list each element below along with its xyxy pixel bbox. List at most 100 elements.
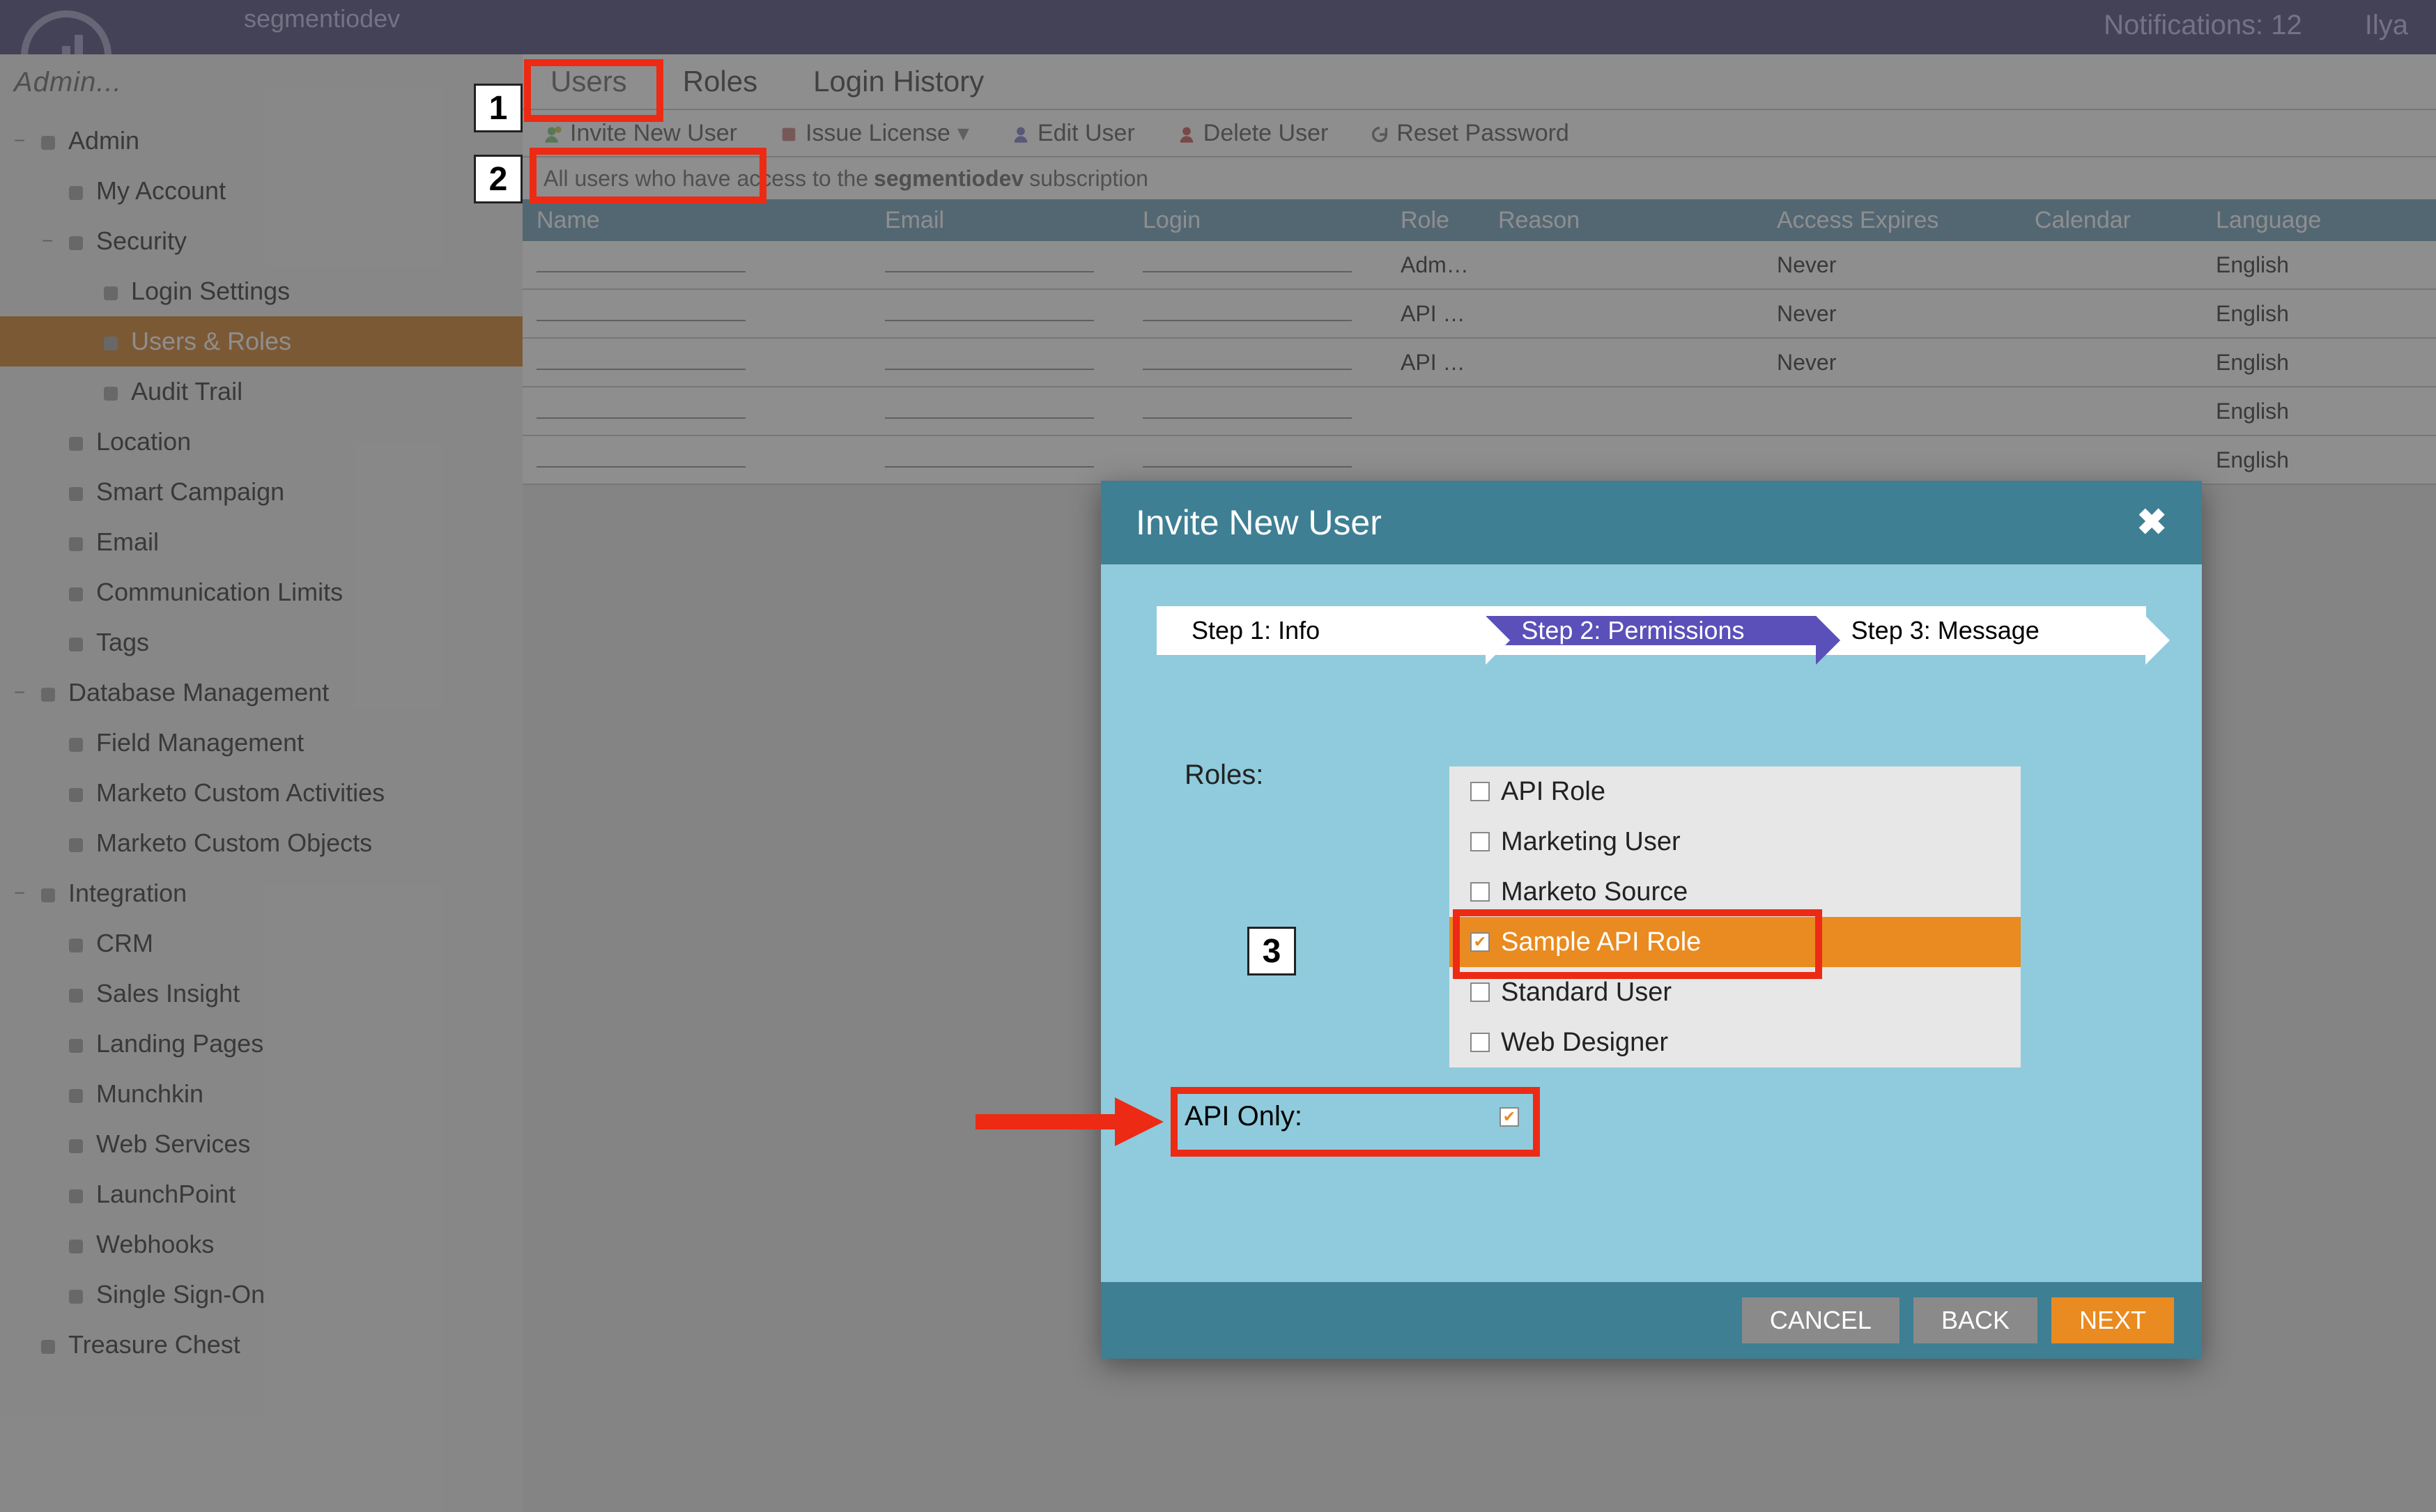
nav-item-marketo-custom-objects[interactable]: Marketo Custom Objects [0,818,523,868]
nav-item-sales-insight[interactable]: Sales Insight [0,969,523,1019]
nav-item-label: Munchkin [96,1079,203,1109]
nav-item-admin[interactable]: −Admin [0,116,523,166]
role-checkbox[interactable] [1470,832,1490,851]
nav-item-label: Users & Roles [131,327,291,356]
nav-item-marketo-custom-activities[interactable]: Marketo Custom Activities [0,768,523,818]
reset-password-button[interactable]: Reset Password [1349,120,1590,147]
add-user-icon [544,123,563,143]
expander-icon: − [14,882,28,904]
nav-item-login-settings[interactable]: Login Settings [0,266,523,316]
dialog-header: Invite New User ✖ [1101,481,2202,564]
edit-user-icon [1011,123,1031,143]
callout-3: 3 [1247,927,1296,975]
role-checkbox[interactable] [1470,782,1490,801]
edit-user-button[interactable]: Edit User [990,120,1156,147]
expander-icon: − [14,681,28,704]
nav-item-label: Admin [68,126,139,155]
role-checkbox[interactable] [1470,1033,1490,1052]
users-icon [100,331,121,352]
role-label: API Role [1501,777,1605,807]
nav-item-security[interactable]: −Security [0,216,523,266]
nav-item-crm[interactable]: CRM [0,918,523,969]
nav-item-single-sign-on[interactable]: Single Sign-On [0,1270,523,1320]
fire-icon [65,983,86,1004]
nav-item-audit-trail[interactable]: Audit Trail [0,367,523,417]
wizard-steps: Step 1: Info Step 2: Permissions Step 3:… [1157,606,2146,655]
nav-item-label: My Account [96,176,226,206]
role-option-api-role[interactable]: API Role [1449,766,2021,817]
nav-item-label: Treasure Chest [68,1330,240,1359]
nav-item-database-management[interactable]: −Database Management [0,668,523,718]
nav-item-communication-limits[interactable]: Communication Limits [0,567,523,617]
link-icon [65,1234,86,1255]
role-option-web-designer[interactable]: Web Designer [1449,1017,2021,1067]
tab-roles[interactable]: Roles [655,65,785,98]
table-row[interactable]: API …NeverEnglish [523,290,2436,339]
obj-icon [65,833,86,854]
license-icon [779,123,799,143]
role-checkbox[interactable] [1470,982,1490,1002]
col-lang[interactable]: Language [2202,207,2411,234]
nav-item-webhooks[interactable]: Webhooks [0,1219,523,1270]
table-row[interactable]: English [523,387,2436,436]
role-option-marketing-user[interactable]: Marketing User [1449,817,2021,867]
nav-item-landing-pages[interactable]: Landing Pages [0,1019,523,1069]
page-icon [65,1033,86,1054]
cancel-button[interactable]: CANCEL [1742,1297,1899,1343]
nav-item-integration[interactable]: −Integration [0,868,523,918]
nav-item-launchpoint[interactable]: LaunchPoint [0,1169,523,1219]
admin-search-input[interactable]: Admin... [0,54,523,110]
nav-item-label: Single Sign-On [96,1280,265,1309]
ws-icon [65,1134,86,1155]
issue-license-button[interactable]: Issue License ▾ [758,119,990,147]
table-row[interactable]: English [523,436,2436,485]
reset-password-label: Reset Password [1396,120,1569,147]
wizard-step-3[interactable]: Step 3: Message [1817,616,2146,645]
col-reason[interactable]: Reason [1484,207,1763,234]
user-menu[interactable]: Ilya [2365,10,2408,41]
act-icon [65,782,86,803]
col-cal[interactable]: Calendar [2021,207,2202,234]
top-bar: segmentiodev Notifications: 12 Ilya [0,0,2436,54]
nav-item-label: Webhooks [96,1230,214,1259]
nav-item-users-roles[interactable]: Users & Roles [0,316,523,367]
nav-item-treasure-chest[interactable]: Treasure Chest [0,1320,523,1370]
nav-item-tags[interactable]: Tags [0,617,523,668]
invite-new-user-button[interactable]: Invite New User [523,120,758,147]
table-row[interactable]: Adm…NeverEnglish [523,241,2436,290]
gear-icon [38,130,59,151]
wizard-step-1[interactable]: Step 1: Info [1157,616,1486,645]
nav-item-email[interactable]: Email [0,517,523,567]
delete-user-button[interactable]: Delete User [1156,120,1350,147]
chest-icon [38,1334,59,1355]
nav-item-label: CRM [96,929,153,958]
nav-item-munchkin[interactable]: Munchkin [0,1069,523,1119]
col-login[interactable]: Login [1129,207,1387,234]
table-row[interactable]: API …NeverEnglish [523,339,2436,387]
role-label: Marketing User [1501,827,1681,857]
role-label: Standard User [1501,978,1672,1008]
edit-user-label: Edit User [1038,120,1135,147]
db-icon [38,682,59,703]
nav-item-web-services[interactable]: Web Services [0,1119,523,1169]
nav-item-field-management[interactable]: Field Management [0,718,523,768]
nav-item-location[interactable]: Location [0,417,523,467]
globe-icon [65,431,86,452]
notifications-link[interactable]: Notifications: 12 [2104,10,2302,41]
col-name[interactable]: Name [523,207,871,234]
col-role[interactable]: Role [1387,207,1484,234]
close-icon[interactable]: ✖ [2136,502,2167,543]
nav-item-my-account[interactable]: My Account [0,166,523,216]
nav-item-label: Audit Trail [131,377,242,406]
scroll-icon [100,381,121,402]
left-pane: Admin... −AdminMy Account−SecurityLogin … [0,54,523,1512]
col-email[interactable]: Email [871,207,1129,234]
role-label: Web Designer [1501,1028,1668,1058]
wizard-step-2[interactable]: Step 2: Permissions [1486,616,1816,645]
col-exp[interactable]: Access Expires [1763,207,2021,234]
back-button[interactable]: BACK [1913,1297,2037,1343]
next-button[interactable]: NEXT [2051,1297,2174,1343]
tab-login-history[interactable]: Login History [785,65,1012,98]
nav-item-smart-campaign[interactable]: Smart Campaign [0,467,523,517]
role-checkbox[interactable] [1470,882,1490,902]
